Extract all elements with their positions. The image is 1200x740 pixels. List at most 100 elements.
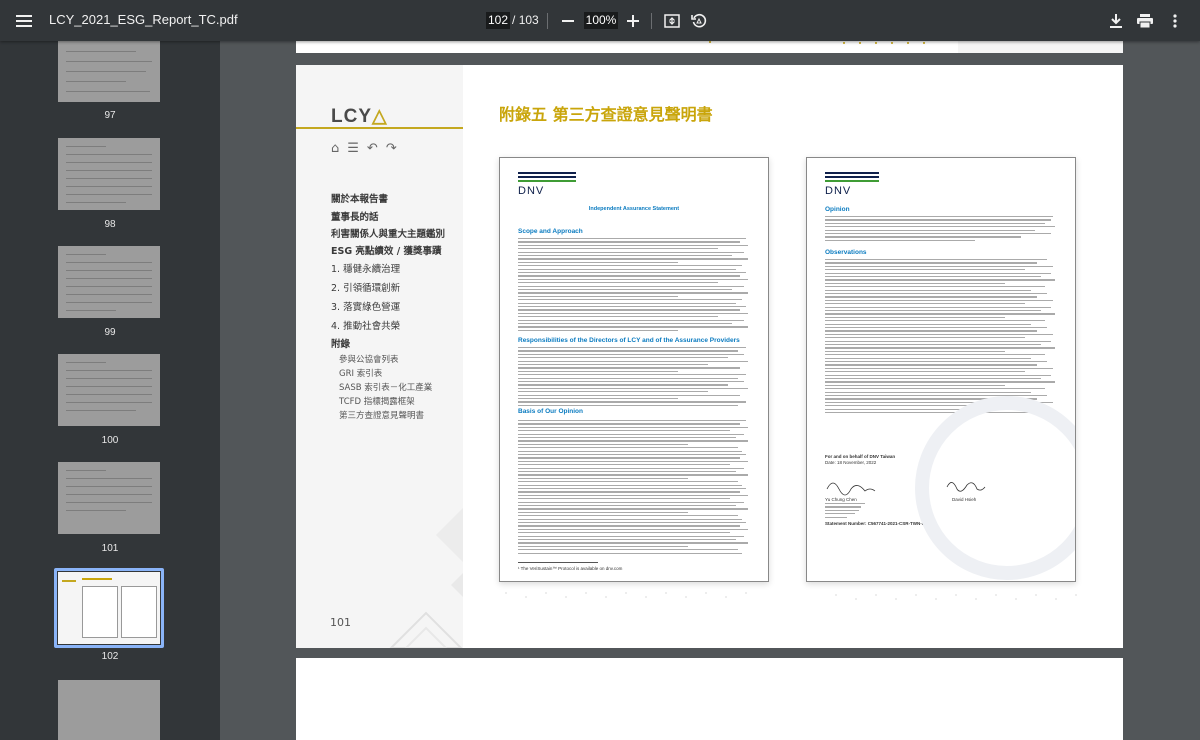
text-line [825, 364, 1037, 366]
report-nav-item[interactable]: 第三方查證意見聲明書 [339, 409, 424, 421]
text-line [825, 371, 1025, 373]
text-line [825, 401, 1053, 404]
page-number: 101 [330, 616, 351, 629]
thumbnail-label: 101 [101, 543, 119, 554]
thumbnail-page-100[interactable] [58, 354, 160, 426]
text-line [518, 488, 746, 490]
print-icon[interactable] [1132, 8, 1158, 34]
text-line [825, 367, 1053, 370]
text-line [825, 357, 1031, 359]
text-line [825, 378, 1041, 380]
page-separator: / [512, 13, 516, 27]
dnv-logo-text: DNV [518, 185, 545, 197]
text-line [518, 539, 736, 541]
text-line [518, 549, 738, 551]
text-line [518, 360, 748, 362]
assurance-statement-page-1: DNV Independent Assurance Statement Scop… [499, 157, 769, 582]
text-line [825, 296, 1037, 298]
text-line [825, 408, 1051, 410]
text-line [518, 241, 740, 243]
thumbnail-label: 99 [104, 327, 116, 338]
thumbnail-page-103[interactable] [58, 680, 160, 740]
report-nav-item[interactable]: 關於本報告書 [331, 191, 388, 205]
thumbnail-page-99[interactable] [58, 246, 160, 318]
list-icon[interactable]: ☰ [347, 141, 359, 156]
text-line [518, 323, 732, 325]
text-line [825, 265, 1053, 268]
fit-to-page-icon[interactable] [659, 8, 685, 34]
report-nav-item[interactable]: 4. 推動社會共榮 [331, 318, 400, 332]
watermark-seal [915, 396, 1075, 580]
text-line [825, 509, 859, 512]
text-line [518, 278, 748, 281]
forward-icon[interactable]: ↷ [386, 141, 397, 156]
zoom-level-input[interactable]: 100% [584, 12, 618, 29]
text-line [825, 344, 1041, 346]
report-nav-item[interactable]: 參與公協會列表 [339, 353, 399, 365]
text-line [518, 491, 740, 493]
text-line [825, 293, 1047, 295]
report-nav-item[interactable]: 2. 引領循環創新 [331, 280, 400, 294]
text-line [518, 430, 730, 432]
report-nav-item[interactable]: SASB 索引表－化工產業 [339, 381, 432, 393]
text-line [518, 404, 738, 407]
back-icon[interactable]: ↶ [367, 141, 378, 156]
zoom-in-icon[interactable] [620, 8, 646, 34]
text-line [518, 498, 730, 500]
document-viewer[interactable]: LCY△ ⌂ ☰ ↶ ↷ 關於本報告書 董事長的話 利害關係人與重大主題鑑別 ESG … [220, 41, 1200, 740]
report-nav-item[interactable]: 1. 穩健永續治理 [331, 261, 400, 275]
text-line [518, 238, 746, 240]
report-nav-item[interactable]: 董事長的話 [331, 209, 379, 223]
toolbar-divider [547, 13, 548, 29]
text-line [518, 494, 748, 497]
report-nav-icons: ⌂ ☰ ↶ ↷ [331, 141, 397, 156]
text-line [518, 433, 744, 435]
download-icon[interactable] [1103, 8, 1129, 34]
more-options-icon[interactable] [1162, 8, 1188, 34]
text-line [518, 440, 748, 442]
text-line [825, 337, 1025, 339]
report-nav-item[interactable]: 3. 落實綠色營運 [331, 299, 400, 313]
text-line [825, 388, 1045, 390]
text-line [518, 353, 744, 356]
report-nav-item[interactable]: TCFD 指標揭露框架 [339, 395, 415, 407]
text-line [518, 467, 744, 469]
text-line [518, 244, 748, 247]
text-line [825, 347, 1055, 349]
thumbnail-page-101[interactable] [58, 462, 160, 534]
report-nav-item[interactable]: GRI 索引表 [339, 367, 382, 379]
text-line [825, 333, 1053, 336]
text-line [825, 299, 1053, 302]
text-line [518, 518, 742, 520]
text-line [825, 262, 1037, 264]
text-line [518, 423, 740, 425]
thumbnail-page-97[interactable] [58, 41, 160, 102]
thumbnail-page-102[interactable] [58, 572, 160, 644]
text-line [825, 229, 1035, 231]
text-line [825, 219, 1051, 221]
home-icon[interactable]: ⌂ [331, 141, 339, 156]
report-nav-item[interactable]: 附錄 [331, 336, 350, 350]
rotate-icon[interactable] [686, 8, 712, 34]
previous-page [296, 41, 1123, 53]
thumbnail-sidebar: 97 98 99 100 101 102 [0, 41, 220, 740]
text-line [518, 248, 718, 250]
text-line [825, 384, 1005, 387]
menu-icon[interactable] [11, 8, 37, 34]
zoom-out-icon[interactable] [555, 8, 581, 34]
text-line [518, 420, 746, 422]
text-line [825, 316, 1005, 319]
page-number-input[interactable]: 102 [486, 12, 510, 29]
thumbnail-page-98[interactable] [58, 138, 160, 210]
text-line [825, 361, 1047, 363]
page-title: 附錄五 第三方查證意見聲明書 [499, 105, 713, 124]
logo-triangle-icon: △ [372, 106, 388, 127]
report-nav-item[interactable]: ESG 亮點績效 / 獲獎事蹟 [331, 243, 442, 257]
section-heading: Basis of Our Opinion [518, 408, 584, 415]
text-line [825, 354, 1045, 356]
report-nav-item[interactable]: 利害關係人與重大主題鑑別 [331, 226, 445, 240]
text-line [825, 340, 1051, 342]
text-line [518, 511, 688, 514]
text-line [518, 522, 746, 524]
dnv-logo-stripes [518, 172, 576, 184]
